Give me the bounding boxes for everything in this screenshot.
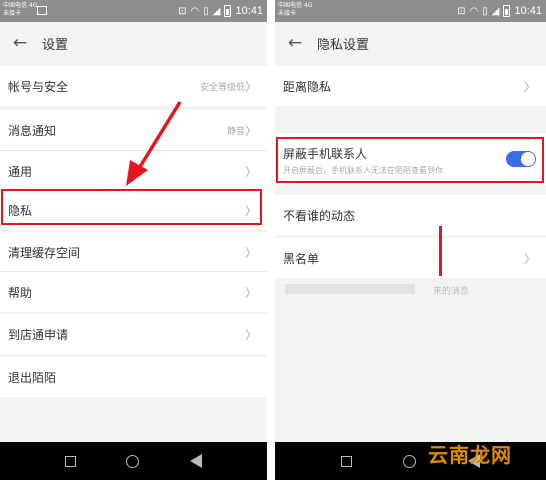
item-label: 通用 <box>8 164 33 179</box>
back-icon[interactable] <box>189 454 202 468</box>
status-bar: 中国电信 4G 未接卡 ⊡ ◠ ▯ ◢ 10:41 <box>275 0 546 22</box>
watermark-logo: 云南龙网 <box>428 443 512 467</box>
settings-screen: 中国电信 4G 未接卡 ⊡ ◠ ▯ ◢ 10:41 ← 设置 帐号与安全 安全等… <box>0 0 267 480</box>
page-title: 隐私设置 <box>317 37 370 53</box>
clock: 10:41 <box>235 5 263 17</box>
logout-button[interactable]: 退出陌陌 <box>0 357 267 397</box>
item-label: 消息通知 <box>8 123 57 138</box>
item-label: 距离隐私 <box>283 79 332 94</box>
chevron-right-icon: 〉 <box>244 245 257 260</box>
home-icon[interactable] <box>403 454 417 468</box>
arrow-left-icon: ← <box>287 33 303 53</box>
settings-item-help[interactable]: 帮助 〉 <box>0 272 267 312</box>
battery-icon <box>503 5 511 17</box>
recents-icon[interactable] <box>65 455 77 467</box>
clock: 10:41 <box>514 5 542 17</box>
carrier-line2: 未接卡 <box>278 10 297 17</box>
carrier-label: 中国电信 4G 未接卡 <box>278 2 318 18</box>
chevron-right-icon: 〉 <box>244 79 257 94</box>
settings-item-clear-cache[interactable]: 清理缓存空间 〉 <box>0 232 267 272</box>
footer-text: 来的消息 <box>433 287 470 297</box>
carrier-line1: 中国电信 4G <box>278 2 313 9</box>
item-value: 静音 <box>226 126 245 137</box>
android-nav-bar <box>0 442 267 480</box>
wifi-icon: ◠ <box>190 5 200 17</box>
page-title: 设置 <box>42 37 69 53</box>
item-label: 到店通申请 <box>8 327 69 342</box>
chevron-right-icon: 〉 <box>523 79 536 94</box>
chevron-right-icon: 〉 <box>244 327 257 342</box>
vibrate-icon: ⊡ <box>178 5 187 17</box>
sim-icon: ▯ <box>482 5 488 17</box>
item-label: 退出陌陌 <box>8 370 57 385</box>
wifi-icon: ◠ <box>469 5 479 17</box>
home-icon[interactable] <box>126 454 140 468</box>
privacy-item-hide-moments[interactable]: 不看谁的动态 <box>275 195 546 235</box>
chevron-right-icon: 〉 <box>244 164 257 179</box>
chevron-right-icon: 〉 <box>244 123 257 138</box>
status-bar: 中国电信 4G 未接卡 ⊡ ◠ ▯ ◢ 10:41 <box>0 0 267 22</box>
item-value: 安全等级低 <box>199 82 245 93</box>
back-button[interactable]: ← <box>285 33 305 53</box>
battery-icon <box>224 5 232 17</box>
privacy-settings-screen: 中国电信 4G 未接卡 ⊡ ◠ ▯ ◢ 10:41 ← 隐私设置 距离隐私 〉 … <box>275 0 546 480</box>
red-arrow-annotation <box>126 101 182 186</box>
item-label: 黑名单 <box>283 251 320 266</box>
vibrate-icon: ⊡ <box>457 5 466 17</box>
settings-item-store-apply[interactable]: 到店通申请 〉 <box>0 314 267 354</box>
recents-icon[interactable] <box>340 455 352 467</box>
chevron-right-icon: 〉 <box>244 285 257 300</box>
settings-header: ← 设置 <box>0 22 267 64</box>
item-label: 帮助 <box>8 285 33 300</box>
signal-icon: ◢ <box>212 5 221 17</box>
red-line-annotation <box>439 226 442 276</box>
blurred-text <box>285 284 415 294</box>
chevron-right-icon: 〉 <box>523 251 536 266</box>
back-button[interactable]: ← <box>10 33 30 53</box>
arrow-left-icon: ← <box>12 33 28 53</box>
highlight-box <box>1 189 262 225</box>
privacy-item-distance[interactable]: 距离隐私 〉 <box>275 66 546 106</box>
privacy-header: ← 隐私设置 <box>275 22 546 64</box>
item-label: 帐号与安全 <box>8 79 69 94</box>
sim-icon: ▯ <box>203 5 209 17</box>
item-label: 清理缓存空间 <box>8 245 81 260</box>
signal-icon: ◢ <box>491 5 500 17</box>
highlight-box <box>276 137 544 183</box>
item-label: 不看谁的动态 <box>283 208 356 223</box>
image-icon <box>37 6 47 15</box>
privacy-item-blacklist[interactable]: 黑名单 〉 <box>275 238 546 278</box>
carrier-line1: 中国电信 4G <box>3 2 38 9</box>
